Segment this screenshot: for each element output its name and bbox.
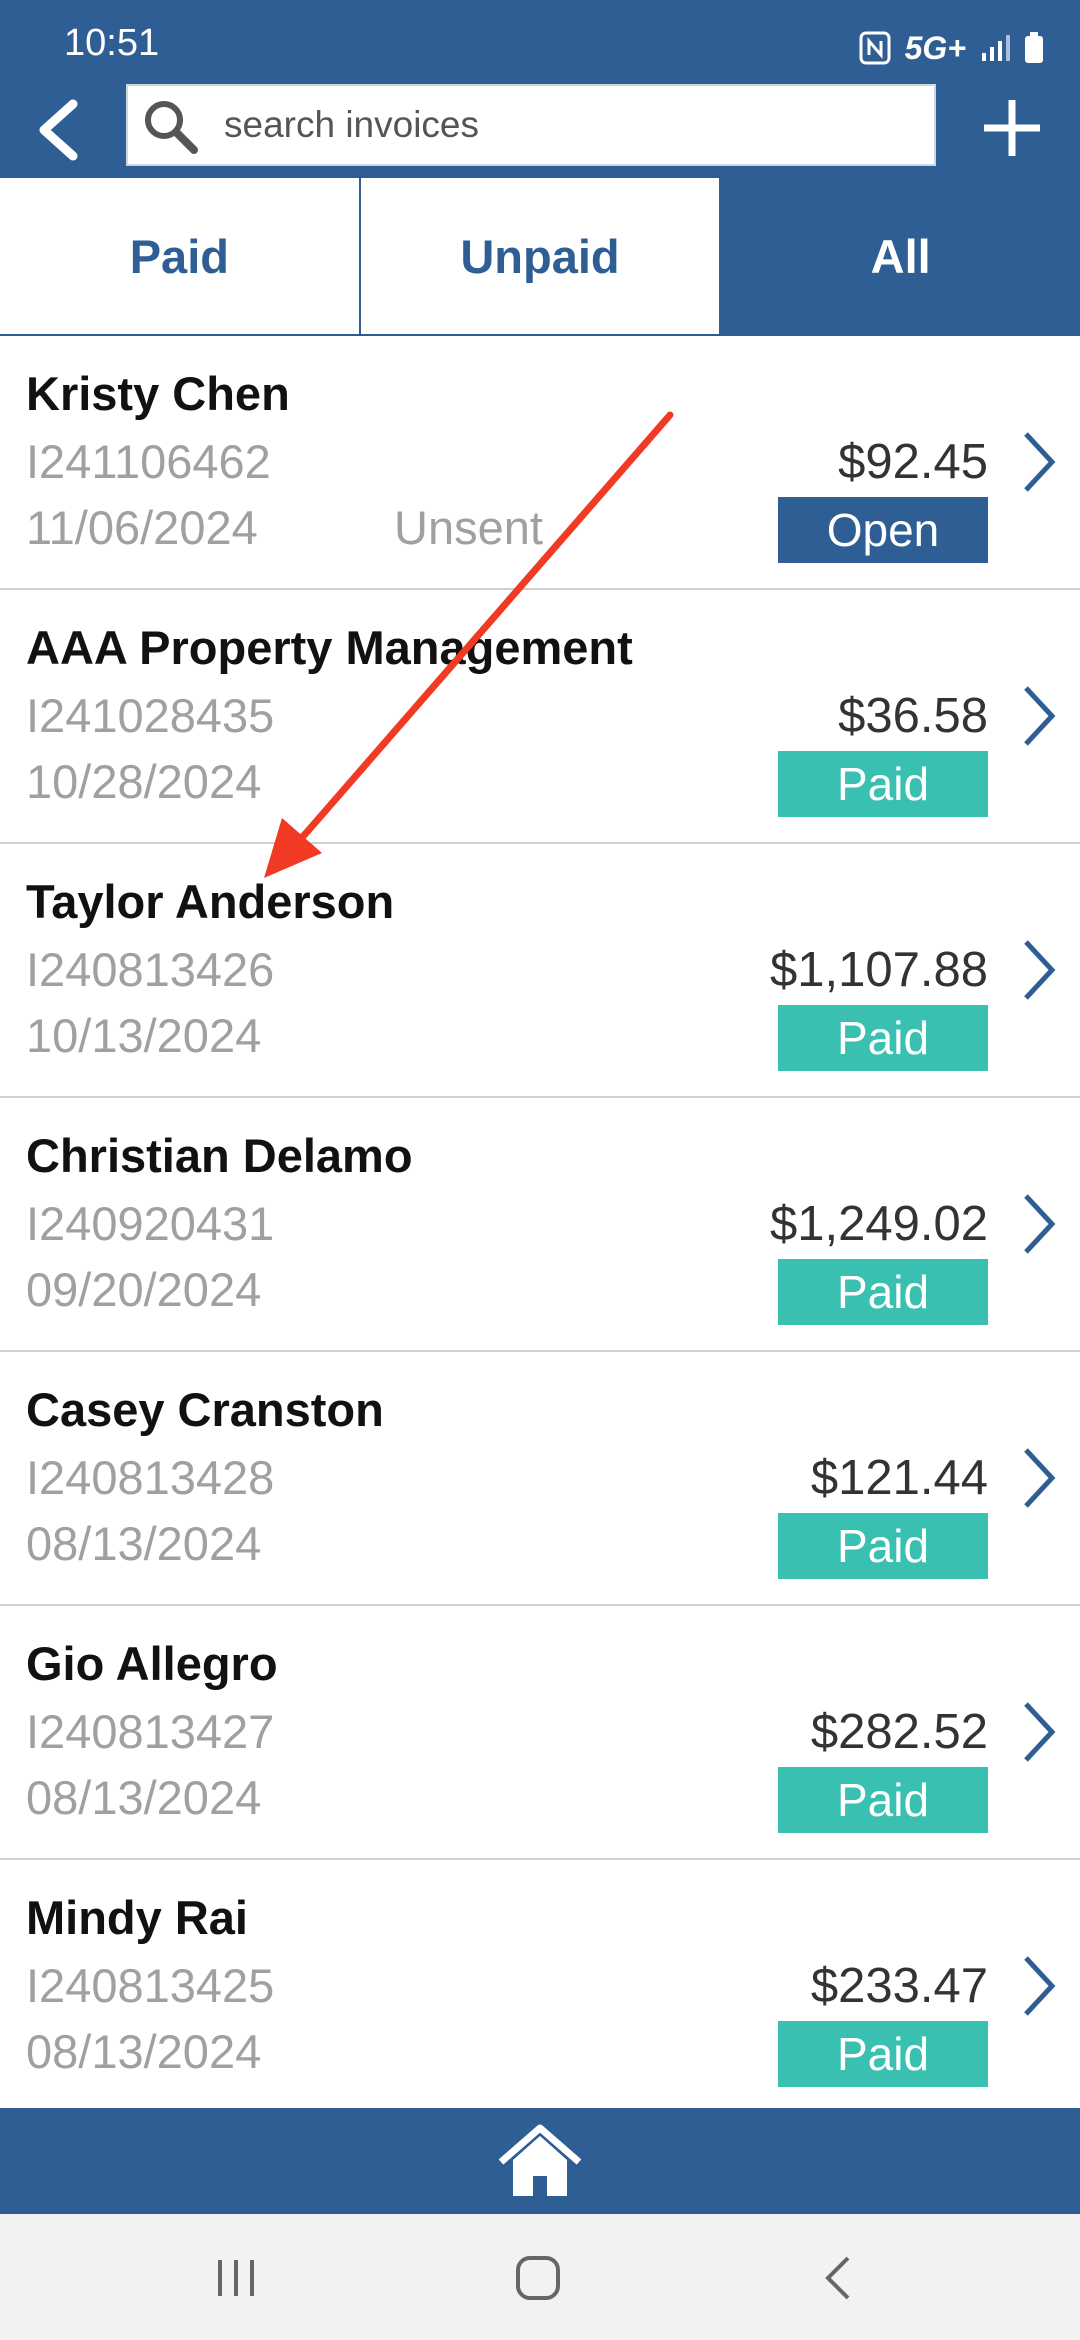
invoice-row[interactable]: Kristy Chen I241106462 11/06/2024 Unsent… (0, 336, 1080, 590)
invoice-list: Kristy Chen I241106462 11/06/2024 Unsent… (0, 336, 1080, 2108)
invoice-amount: $92.45 (838, 435, 988, 489)
client-name: Kristy Chen (26, 367, 290, 420)
invoice-row[interactable]: AAA Property Management I241028435 10/28… (0, 590, 1080, 844)
status-badge: Paid (778, 1259, 988, 1325)
status-badge: Open (778, 497, 988, 563)
client-name: AAA Property Management (26, 621, 633, 674)
invoice-number: I240813427 (26, 1705, 275, 1758)
status-badge: Paid (778, 1005, 988, 1071)
system-nav-bar (0, 2214, 1080, 2340)
sent-status: Unsent (394, 501, 543, 554)
search-bar[interactable] (126, 84, 936, 166)
recent-apps-icon[interactable] (206, 2250, 266, 2306)
invoice-number: I240813428 (26, 1451, 275, 1504)
chevron-right-icon[interactable] (1018, 936, 1058, 1004)
invoice-row[interactable]: Taylor Anderson I240813426 10/13/2024 $1… (0, 844, 1080, 1098)
invoice-date: 08/13/2024 (26, 1517, 262, 1570)
invoice-amount: $282.52 (810, 1705, 988, 1759)
client-name: Taylor Anderson (26, 875, 395, 928)
invoice-number: I240813425 (26, 1959, 275, 2012)
invoice-number: I241106462 (26, 435, 271, 488)
status-badge: Paid (778, 1767, 988, 1833)
status-time: 10:51 (64, 22, 160, 64)
invoice-amount: $233.47 (810, 1959, 988, 2013)
invoice-amount: $36.58 (838, 689, 988, 743)
tab-paid[interactable]: Paid (0, 178, 359, 334)
home-nav-icon[interactable] (508, 2250, 568, 2306)
invoice-date: 11/06/2024 (26, 501, 258, 554)
chevron-right-icon[interactable] (1018, 1698, 1058, 1766)
nfc-icon (859, 31, 891, 65)
chevron-right-icon[interactable] (1018, 1444, 1058, 1512)
invoice-date: 08/13/2024 (26, 2025, 262, 2078)
tab-all[interactable]: All (719, 178, 1080, 334)
plus-icon[interactable] (976, 92, 1048, 164)
chevron-right-icon[interactable] (1018, 428, 1058, 496)
signal-icon (982, 35, 1010, 61)
back-arrow-icon[interactable] (18, 90, 108, 170)
invoice-date: 08/13/2024 (26, 1771, 262, 1824)
chevron-right-icon[interactable] (1018, 1952, 1058, 2020)
invoice-date: 10/28/2024 (26, 755, 262, 808)
tab-unpaid[interactable]: Unpaid (358, 178, 720, 334)
back-nav-icon[interactable] (810, 2250, 870, 2306)
client-name: Mindy Rai (26, 1891, 248, 1944)
invoice-amount: $1,107.88 (770, 943, 988, 997)
invoice-row[interactable]: Casey Cranston I240813428 08/13/2024 $12… (0, 1352, 1080, 1606)
status-badge: Paid (778, 2021, 988, 2087)
invoice-number: I240920431 (26, 1197, 275, 1250)
filter-tabs: Paid Unpaid All (0, 178, 1080, 336)
invoice-date: 10/13/2024 (26, 1009, 262, 1062)
app-header: 10:51 5G+ (0, 0, 1080, 178)
chevron-right-icon[interactable] (1018, 682, 1058, 750)
network-label: 5G+ (904, 29, 966, 66)
bottom-bar (0, 2108, 1080, 2214)
home-icon[interactable] (495, 2122, 585, 2202)
client-name: Christian Delamo (26, 1129, 413, 1182)
invoice-date: 09/20/2024 (26, 1263, 262, 1316)
invoice-row[interactable]: Christian Delamo I240920431 09/20/2024 $… (0, 1098, 1080, 1352)
battery-icon (1025, 32, 1043, 63)
invoice-amount: $1,249.02 (770, 1197, 988, 1251)
invoice-number: I241028435 (26, 689, 275, 742)
invoice-number: I240813426 (26, 943, 275, 996)
chevron-right-icon[interactable] (1018, 1190, 1058, 1258)
client-name: Gio Allegro (26, 1637, 278, 1690)
status-badge: Paid (778, 751, 988, 817)
status-badge: Paid (778, 1513, 988, 1579)
client-name: Casey Cranston (26, 1383, 384, 1436)
invoice-row[interactable]: Mindy Rai I240813425 08/13/2024 $233.47 … (0, 1860, 1080, 2108)
invoice-row[interactable]: Gio Allegro I240813427 08/13/2024 $282.5… (0, 1606, 1080, 1860)
search-icon (145, 101, 198, 154)
search-input[interactable] (224, 86, 924, 164)
invoice-amount: $121.44 (810, 1451, 988, 1505)
status-icons: 5G+ (859, 24, 1044, 72)
